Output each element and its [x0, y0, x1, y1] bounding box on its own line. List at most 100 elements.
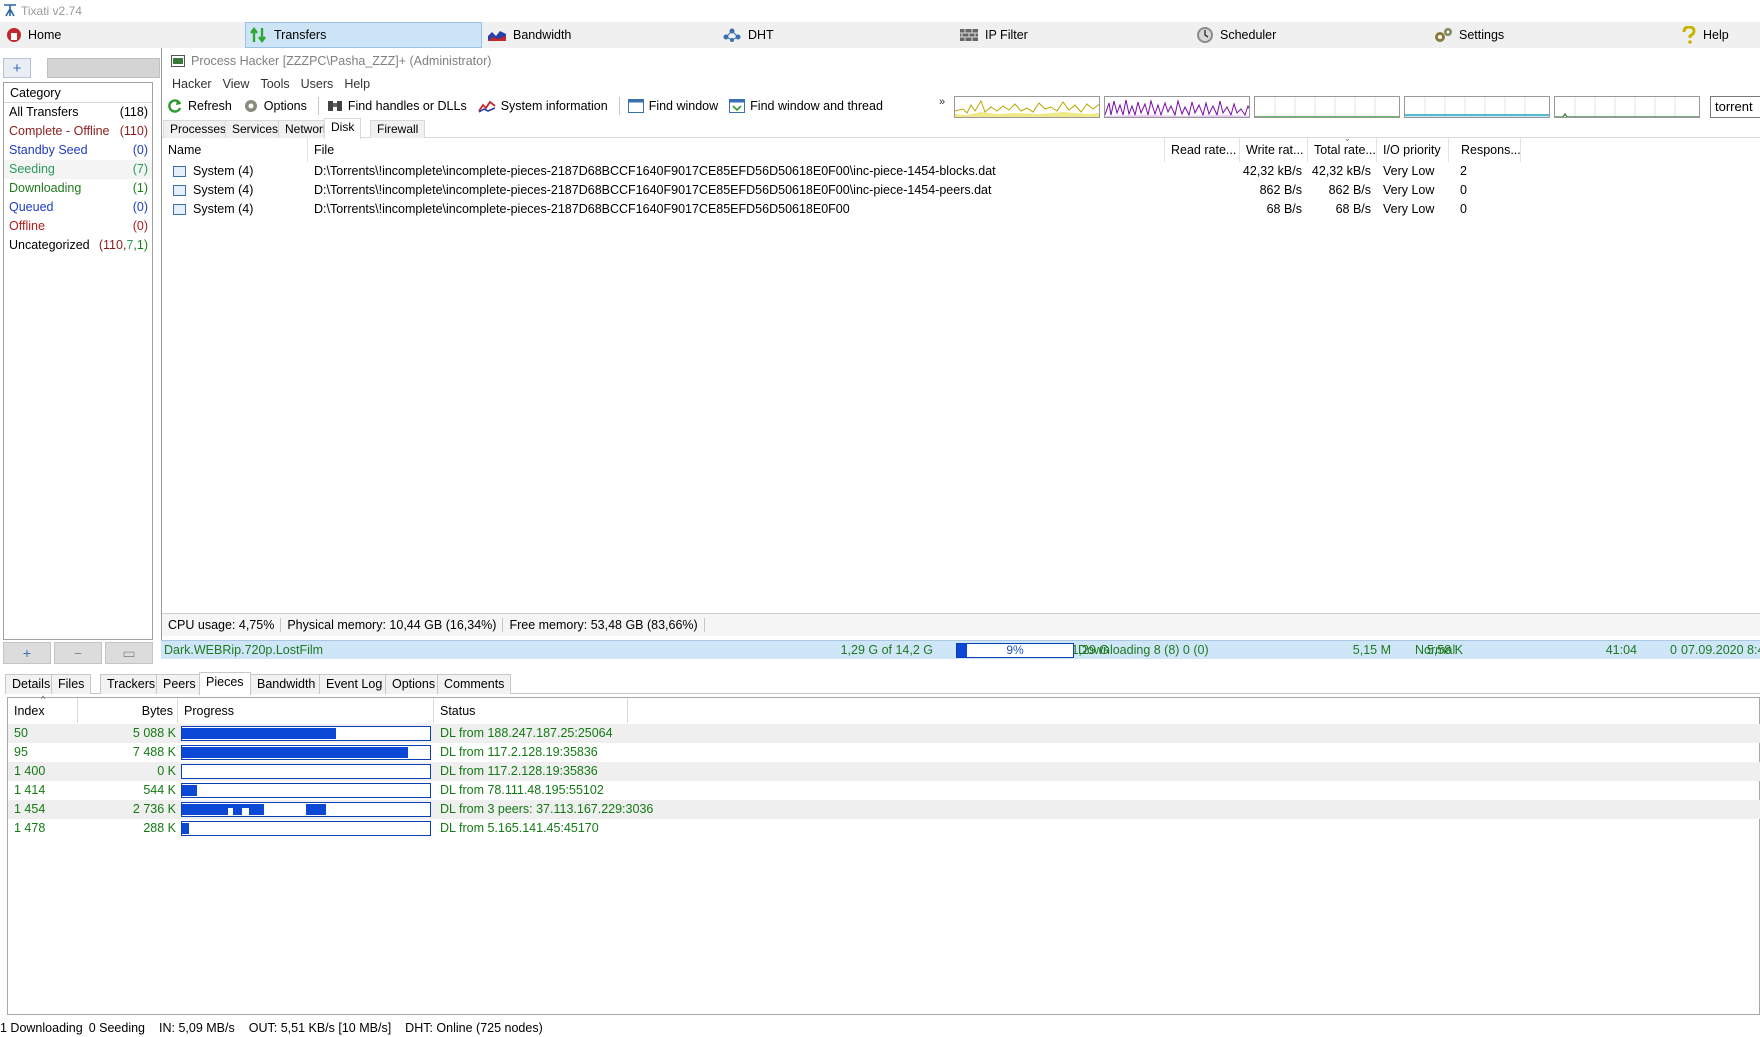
tab-peers[interactable]: Peers	[156, 674, 203, 694]
piece-progress-segment	[182, 785, 197, 796]
column-header-read-rate[interactable]: Read rate...	[1165, 138, 1240, 162]
column-header-name[interactable]: Name	[162, 138, 308, 162]
menu-hacker[interactable]: Hacker	[169, 77, 220, 91]
nav-transfers-label: Transfers	[274, 28, 327, 42]
process-hacker-menu-bar: Hacker View Tools Users Help	[162, 74, 1760, 94]
column-header-file[interactable]: File	[308, 138, 1165, 162]
table-row[interactable]: 50 5 088 K DL from 188.247.187.25:25064	[8, 724, 1760, 743]
column-header-io-priority[interactable]: I/O priority	[1377, 138, 1449, 162]
category-filter-box[interactable]	[47, 58, 160, 78]
column-header-status[interactable]: Status	[434, 698, 628, 723]
row-io-priority: Very Low	[1383, 202, 1435, 216]
row-name: System (4)	[193, 164, 254, 178]
tab-details[interactable]: Details	[5, 674, 58, 694]
find-handles-button[interactable]: Find handles or DLLs	[327, 99, 467, 113]
options-button[interactable]: Options	[243, 98, 307, 114]
network-graph[interactable]	[1554, 96, 1700, 118]
nav-help[interactable]: Help	[1677, 22, 1733, 48]
piece-bytes: 288 K	[143, 821, 176, 835]
transfer-row[interactable]: Dark.WEBRip.720p.LostFilm 1,29 G of 14,2…	[161, 640, 1760, 659]
io-graph-lines	[1105, 99, 1249, 117]
category-header: Category	[4, 83, 152, 103]
process-hacker-tabs: Processes Services Network Disk Firewall	[162, 118, 1760, 139]
find-window-thread-button[interactable]: Find window and thread	[729, 99, 883, 113]
cpu-graph[interactable]	[954, 96, 1100, 118]
add-category-button[interactable]: +	[3, 58, 31, 78]
piece-progress-gap	[228, 808, 233, 816]
refresh-button[interactable]: Refresh	[167, 98, 232, 114]
sidebar-item-downloading[interactable]: Downloading (1)	[4, 179, 152, 198]
tab-pieces[interactable]: Pieces	[199, 672, 251, 695]
piece-status: DL from 3 peers: 37.113.167.229:3036	[440, 802, 654, 816]
sidebar-item-standby-seed[interactable]: Standby Seed (0)	[4, 141, 152, 160]
column-header-progress[interactable]: Progress	[178, 698, 434, 723]
piece-progress-bar	[181, 764, 431, 779]
table-row[interactable]: System (4) D:\Torrents\!incomplete\incom…	[162, 181, 1760, 200]
transfer-status: Downloading 8 (8) 0 (0)	[1078, 643, 1209, 657]
details-tabs: Details Files Trackers Peers Pieces Band…	[5, 672, 1760, 695]
tab-bandwidth[interactable]: Bandwidth	[250, 674, 323, 694]
find-window-button[interactable]: Find window	[627, 99, 718, 113]
menu-view[interactable]: View	[220, 77, 258, 91]
ip-filter-icon	[960, 29, 978, 41]
sidebar-item-uncategorized[interactable]: Uncategorized (110,7,1)	[4, 236, 152, 255]
tab-firewall[interactable]: Firewall	[370, 120, 426, 138]
table-row[interactable]: 1 478 288 K DL from 5.165.141.45:45170	[8, 819, 1760, 838]
refresh-label: Refresh	[188, 99, 232, 113]
table-row[interactable]: System (4) D:\Torrents\!incomplete\incom…	[162, 200, 1760, 219]
nav-bandwidth[interactable]: Bandwidth	[483, 22, 575, 48]
menu-tools[interactable]: Tools	[257, 77, 297, 91]
nav-scheduler[interactable]: Scheduler	[1192, 22, 1280, 48]
sidebar-item-queued[interactable]: Queued (0)	[4, 198, 152, 217]
column-header-total-rate[interactable]: Total rate...	[1308, 138, 1377, 162]
tab-trackers[interactable]: Trackers	[100, 674, 163, 694]
tab-processes[interactable]: Processes	[163, 120, 234, 138]
search-input[interactable]: torrent	[1710, 96, 1760, 118]
nav-transfers[interactable]: Transfers	[245, 22, 482, 48]
main-nav: Home Transfers Bandwidth DHT IP Filter S…	[0, 22, 1760, 48]
edit-button[interactable]: ▭	[105, 642, 153, 664]
table-row[interactable]: 1 400 0 K DL from 117.2.128.19:35836	[8, 762, 1760, 781]
sidebar-item-offline[interactable]: Offline (0)	[4, 217, 152, 236]
nav-home[interactable]: Home	[2, 22, 152, 48]
tab-event-log[interactable]: Event Log	[319, 674, 390, 694]
sidebar-item-label: Offline	[9, 219, 45, 233]
add-button[interactable]: +	[3, 642, 51, 664]
column-header-response[interactable]: Respons...	[1449, 138, 1521, 162]
disk-table: Name File Read rate... Write rat... Tota…	[162, 134, 1760, 608]
remove-button[interactable]: −	[54, 642, 102, 664]
column-header-write-rate[interactable]: Write rat...	[1240, 138, 1308, 162]
process-icon	[173, 185, 186, 196]
menu-users[interactable]: Users	[298, 77, 342, 91]
status-out-rate: OUT: 5,51 KB/s [10 MB/s]	[248, 1020, 392, 1035]
toolbar-overflow-chevron[interactable]: »	[939, 96, 945, 108]
tab-options[interactable]: Options	[385, 674, 443, 694]
table-row[interactable]: 1 454 2 736 K DL from 3 peers: 37.113.167.…	[8, 800, 1760, 819]
row-write-rate: 68 B/s	[1266, 202, 1302, 216]
nav-ip-filter[interactable]: IP Filter	[955, 22, 1032, 48]
sidebar-item-seeding[interactable]: Seeding (7)	[4, 160, 152, 179]
nav-dht[interactable]: DHT	[718, 22, 778, 48]
tab-files[interactable]: Files	[51, 674, 92, 694]
table-row[interactable]: 1 414 544 K DL from 78.111.48.195:55102	[8, 781, 1760, 800]
menu-help[interactable]: Help	[341, 77, 378, 91]
physical-memory-graph[interactable]	[1404, 96, 1550, 118]
nav-scheduler-label: Scheduler	[1220, 28, 1277, 42]
tab-disk[interactable]: Disk	[324, 118, 362, 139]
tab-comments[interactable]: Comments	[437, 674, 512, 694]
io-graph[interactable]	[1104, 96, 1250, 118]
row-io-priority: Very Low	[1383, 183, 1435, 197]
nav-settings[interactable]: Settings	[1429, 22, 1508, 48]
table-row[interactable]: 95 7 488 K DL from 117.2.128.19:35836	[8, 743, 1760, 762]
gear-icon	[244, 100, 257, 112]
sidebar-item-all-transfers[interactable]: All Transfers (118)	[4, 103, 152, 122]
sidebar-item-complete-offline[interactable]: Complete - Offline (110)	[4, 122, 152, 141]
sidebar-item-count: (118)	[119, 105, 148, 119]
count-complete: (110,	[98, 238, 127, 252]
table-row[interactable]: System (4) D:\Torrents\!incomplete\incom…	[162, 162, 1760, 181]
tab-services[interactable]: Services	[225, 120, 286, 138]
physical-memory-graph-lines	[1405, 97, 1549, 117]
memory-graph[interactable]	[1254, 96, 1400, 118]
column-header-bytes[interactable]: Bytes	[78, 698, 178, 723]
system-information-button[interactable]: System information	[477, 99, 608, 113]
